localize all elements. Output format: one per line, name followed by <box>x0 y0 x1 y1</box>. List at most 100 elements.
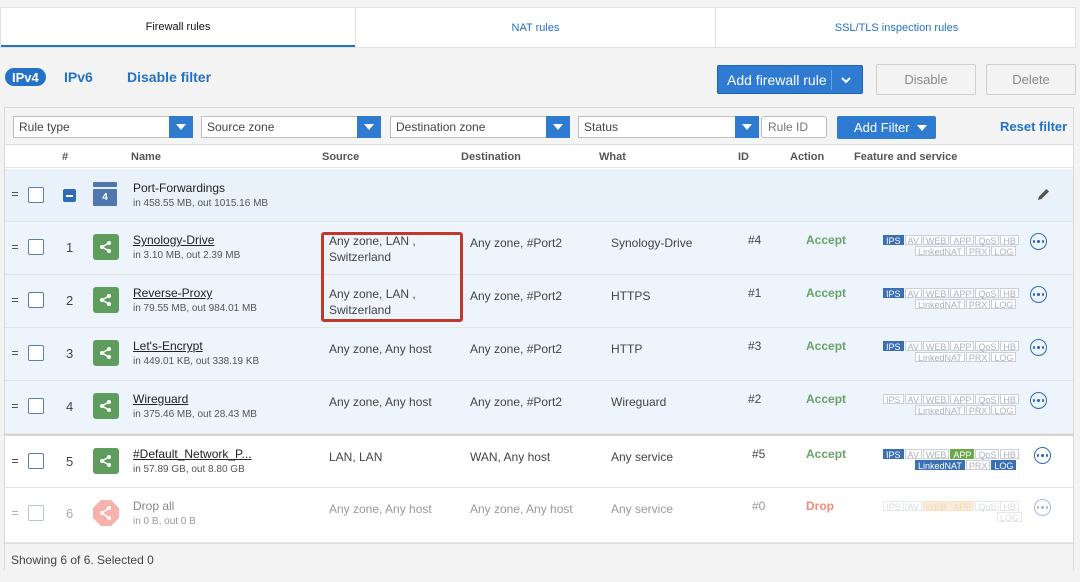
rule-type-select[interactable]: Rule type <box>13 116 193 138</box>
more-options-icon[interactable] <box>1034 447 1051 464</box>
reset-filter-link[interactable]: Reset filter <box>1000 119 1067 134</box>
col-feature-service[interactable]: Feature and service <box>854 151 957 163</box>
dropdown-arrow-icon[interactable] <box>546 116 570 138</box>
group-traffic: in 458.55 MB, out 1015.16 MB <box>133 198 269 209</box>
badge-web: WEB <box>922 341 950 352</box>
rule-group-row[interactable]: 4 Port-Forwardings in 458.55 MB, out 101… <box>5 169 1073 222</box>
group-name[interactable]: Port-Forwardings <box>133 181 225 195</box>
rule-name-link[interactable]: #Default_Network_P... <box>133 447 252 461</box>
drag-handle-icon[interactable] <box>12 459 18 466</box>
table-row[interactable]: 2 Reverse-Proxy in 79.55 MB, out 984.01 … <box>5 275 1073 328</box>
badge-qos: QoS <box>975 449 1000 460</box>
badge-qos: QoS <box>975 394 1000 405</box>
tab-nat-rules[interactable]: NAT rules <box>355 8 715 47</box>
col-id[interactable]: ID <box>738 151 749 163</box>
more-options-icon[interactable] <box>1030 233 1047 250</box>
badge-web: WEB <box>922 288 950 299</box>
add-filter-button[interactable]: Add Filter <box>837 116 936 139</box>
drag-handle-icon[interactable] <box>12 245 18 252</box>
badge-app: APP <box>950 394 975 405</box>
more-options-icon[interactable] <box>1030 392 1047 409</box>
row-checkbox[interactable] <box>28 292 44 308</box>
row-checkbox[interactable] <box>28 398 44 414</box>
row-checkbox[interactable] <box>28 453 44 469</box>
column-header-row: # Name Source Destination What ID Action… <box>5 146 1073 168</box>
more-options-icon[interactable] <box>1034 499 1051 516</box>
col-action[interactable]: Action <box>790 151 824 163</box>
col-name[interactable]: Name <box>131 151 161 163</box>
table-row[interactable]: 6 Drop all in 0 B, out 0 B Any zone, Any… <box>5 488 1073 543</box>
tab-ssl-tls-inspection-rules[interactable]: SSL/TLS inspection rules <box>715 8 1077 47</box>
destination-zone-label: Destination zone <box>396 120 486 134</box>
share-icon <box>93 448 119 474</box>
rule-source: LAN, LAN <box>329 450 383 464</box>
ipv6-toggle[interactable]: IPv6 <box>64 69 93 85</box>
row-checkbox[interactable] <box>28 187 44 203</box>
rule-name-link[interactable]: Synology-Drive <box>133 233 214 247</box>
table-row[interactable]: 4 Wireguard in 375.46 MB, out 28.43 MB A… <box>5 381 1073 434</box>
dropdown-arrow-icon[interactable] <box>169 116 193 138</box>
drag-handle-icon[interactable] <box>12 298 18 305</box>
rule-traffic: in 79.55 MB, out 984.01 MB <box>133 303 257 314</box>
rule-name-link[interactable]: Wireguard <box>133 392 188 406</box>
badge-hb: HB <box>1000 341 1019 352</box>
badge-linkednat: LinkedNAT <box>915 352 965 363</box>
add-firewall-rule-button[interactable]: Add firewall rule <box>717 65 863 94</box>
badge-web: WEB <box>922 501 950 512</box>
rule-name-link[interactable]: Drop all <box>133 499 174 513</box>
badge-ips: IPS <box>883 501 904 512</box>
more-options-icon[interactable] <box>1030 339 1047 356</box>
rule-source: Any zone, Any host <box>329 395 432 409</box>
disable-filter-link[interactable]: Disable filter <box>127 69 211 85</box>
drag-handle-icon[interactable] <box>12 192 18 199</box>
rule-what: HTTPS <box>611 289 651 303</box>
feature-badges: IPS AV WEB APP QoS HB LinkedNAT PRX LOG <box>883 341 1023 363</box>
drag-handle-icon[interactable] <box>12 351 18 358</box>
rule-name-link[interactable]: Let's-Encrypt <box>133 339 203 353</box>
rule-id: #3 <box>748 339 762 353</box>
badge-hb: HB <box>1000 501 1019 512</box>
badge-web: WEB <box>922 235 950 246</box>
row-checkbox[interactable] <box>28 345 44 361</box>
table-row[interactable]: 5 #Default_Network_P... in 57.89 GB, out… <box>5 434 1073 488</box>
dropdown-arrow-icon[interactable] <box>735 116 759 138</box>
status-select[interactable]: Status <box>578 116 759 138</box>
ipv4-toggle[interactable]: IPv4 <box>5 68 46 86</box>
badge-hb: HB <box>1000 235 1019 246</box>
rule-action: Accept <box>806 447 847 461</box>
rule-id-input[interactable] <box>761 116 827 138</box>
col-destination[interactable]: Destination <box>461 151 521 163</box>
button-separator <box>831 70 832 90</box>
source-zone-select[interactable]: Source zone <box>201 116 381 138</box>
rule-number: 2 <box>66 293 74 308</box>
badge-av: AV <box>904 449 922 460</box>
row-checkbox[interactable] <box>28 239 44 255</box>
row-checkbox[interactable] <box>28 505 44 521</box>
badge-av: AV <box>904 341 922 352</box>
badge-web: WEB <box>922 449 950 460</box>
badge-app: APP <box>950 449 975 460</box>
col-source[interactable]: Source <box>322 151 359 163</box>
rule-id: #2 <box>748 392 762 406</box>
col-number[interactable]: # <box>62 151 68 163</box>
badge-linkednat: LinkedNAT <box>915 405 965 416</box>
col-what[interactable]: What <box>599 151 626 163</box>
table-row[interactable]: 3 Let's-Encrypt in 449.01 KB, out 338.19… <box>5 328 1073 381</box>
more-options-icon[interactable] <box>1030 286 1047 303</box>
collapse-group-icon[interactable] <box>63 189 76 202</box>
feature-badges: IPS AV WEB APP QoS HB LOG <box>883 501 1023 523</box>
rule-destination: Any zone, #Port2 <box>470 289 563 303</box>
dropdown-arrow-icon[interactable] <box>357 116 381 138</box>
drag-handle-icon[interactable] <box>12 511 18 518</box>
badge-linkednat: LinkedNAT <box>915 460 965 471</box>
drag-handle-icon[interactable] <box>12 404 18 411</box>
edit-pencil-icon[interactable] <box>1036 187 1051 202</box>
rule-name-link[interactable]: Reverse-Proxy <box>133 286 212 300</box>
badge-log: LOG <box>991 246 1017 257</box>
table-row[interactable]: 1 Synology-Drive in 3.10 MB, out 2.39 MB… <box>5 222 1073 275</box>
chevron-down-icon[interactable] <box>840 74 852 86</box>
destination-zone-select[interactable]: Destination zone <box>390 116 570 138</box>
delete-button[interactable]: Delete <box>986 64 1076 95</box>
tab-firewall-rules[interactable]: Firewall rules <box>1 8 355 47</box>
disable-button[interactable]: Disable <box>876 64 976 95</box>
